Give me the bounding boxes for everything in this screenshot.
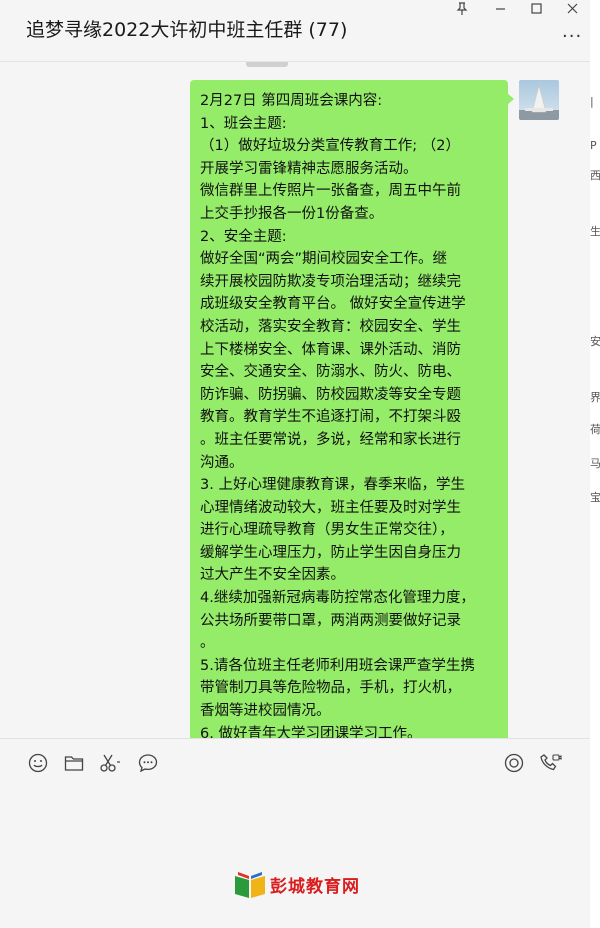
message-line: 2、安全主题:: [200, 228, 287, 245]
message-line: 5.请各位班主任老师利用班会课严查学生携: [200, 657, 475, 674]
message-line: 香烟等进校园情况。: [200, 703, 331, 720]
avatar[interactable]: [519, 80, 559, 120]
voice-video-call-icon[interactable]: [539, 751, 563, 775]
watermark-logo: 彭城教育网: [232, 868, 372, 904]
message-line: 4.继续加强新冠病毒防控常态化管理力度，: [200, 590, 475, 607]
watermark-text: 彭城教育网: [270, 877, 360, 897]
message-line: 安全、交通安全、防溺水、防火、防电、: [200, 364, 461, 381]
edge-glyph: 安: [590, 335, 600, 348]
message-line: 微信群里上传照片一张备查，周五中午前: [200, 183, 461, 200]
message-line: 进行心理疏导教育（男女生正常交往），: [200, 522, 454, 539]
message-line: 沟通。: [200, 454, 244, 471]
bubble-tail: [507, 93, 514, 105]
message-line: 。: [200, 635, 215, 652]
edge-glyph: 西: [590, 169, 600, 182]
pin-icon[interactable]: [448, 0, 476, 16]
message-line: 心理情绪波动较大，班主任要及时对学生: [200, 499, 461, 516]
message-line: 3. 上好心理健康教育课，春季来临，学生: [200, 477, 465, 494]
live-icon[interactable]: [502, 751, 526, 775]
message-line: 。班主任要常说，多说，经常和家长进行: [200, 431, 461, 448]
message-line: 上交手抄报各一份1份备查。: [200, 205, 384, 222]
chat-title: 追梦寻缘2022大许初中班主任群 (77): [26, 19, 348, 41]
edge-glyph: 宝: [590, 491, 600, 504]
edge-glyph: |: [590, 95, 594, 108]
message-line: 上下楼梯安全、体育课、课外活动、消防: [200, 341, 461, 358]
edge-glyph: 界: [590, 391, 600, 404]
screenshot-scissors-icon[interactable]: [98, 751, 122, 775]
folder-icon[interactable]: [62, 751, 86, 775]
edge-glyph: 生: [590, 225, 600, 238]
message-line: （1）做好垃圾分类宣传教育工作; （2）: [200, 138, 460, 155]
message-line: 开展学习雷锋精神志愿服务活动。: [200, 160, 418, 177]
edge-glyph: P: [590, 139, 597, 152]
message-line: 成班级安全教育平台。 做好安全宣传进学: [200, 296, 466, 313]
maximize-icon[interactable]: [522, 0, 550, 16]
message-line: 防诈骗、防拐骗、防校园欺凌等安全专题: [200, 386, 461, 403]
book-logo-icon: [235, 872, 265, 898]
message-area[interactable]: 2月27日 第四周班会课内容: 1、班会主题: （1）做好垃圾分类宣传教育工作; …: [0, 62, 590, 738]
message-line: 公共场所要带口罩，两消两测要做好记录: [200, 612, 461, 629]
edge-glyph: 马: [590, 457, 600, 470]
message-text: 2月27日 第四周班会课内容: 1、班会主题: （1）做好垃圾分类宣传教育工作; …: [200, 90, 498, 738]
title-bar: 追梦寻缘2022大许初中班主任群 (77) ···: [0, 0, 590, 62]
background-window-edge: | P 西生安界荷马宝: [590, 0, 600, 928]
message-line: 过大产生不安全因素。: [200, 567, 345, 584]
input-area[interactable]: 彭城教育网: [0, 739, 590, 928]
minimize-icon[interactable]: [486, 0, 514, 16]
message-line: 带管制刀具等危险物品，手机，打火机，: [200, 680, 461, 697]
message-line: 缓解学生心理压力，防止学生因自身压力: [200, 544, 461, 561]
message-line: 做好全国“两会”期间校园安全工作。继: [200, 251, 448, 268]
message-line: 续开展校园防欺凌专项治理活动；继续完: [200, 273, 461, 290]
scroll-indicator[interactable]: [246, 62, 288, 67]
more-options-button[interactable]: ···: [562, 26, 582, 47]
message-line: 6. 做好青年大学习团课学习工作。: [200, 725, 422, 738]
message-line: 校活动，落实安全教育：校园安全、学生: [200, 318, 461, 335]
message-line: 1、班会主题:: [200, 115, 287, 132]
emoji-icon[interactable]: [26, 751, 50, 775]
edge-glyph: 荷: [590, 423, 600, 436]
chat-window: 追梦寻缘2022大许初中班主任群 (77) ··· 2月27日 第四周班会课内容…: [0, 0, 590, 928]
message-bubble[interactable]: 2月27日 第四周班会课内容: 1、班会主题: （1）做好垃圾分类宣传教育工作; …: [190, 80, 508, 738]
chat-history-icon[interactable]: [136, 751, 160, 775]
message-line: 2月27日 第四周班会课内容:: [200, 93, 383, 109]
message-line: 教育。教育学生不追逐打闹，不打架斗殴: [200, 409, 461, 426]
close-icon[interactable]: [558, 0, 586, 16]
